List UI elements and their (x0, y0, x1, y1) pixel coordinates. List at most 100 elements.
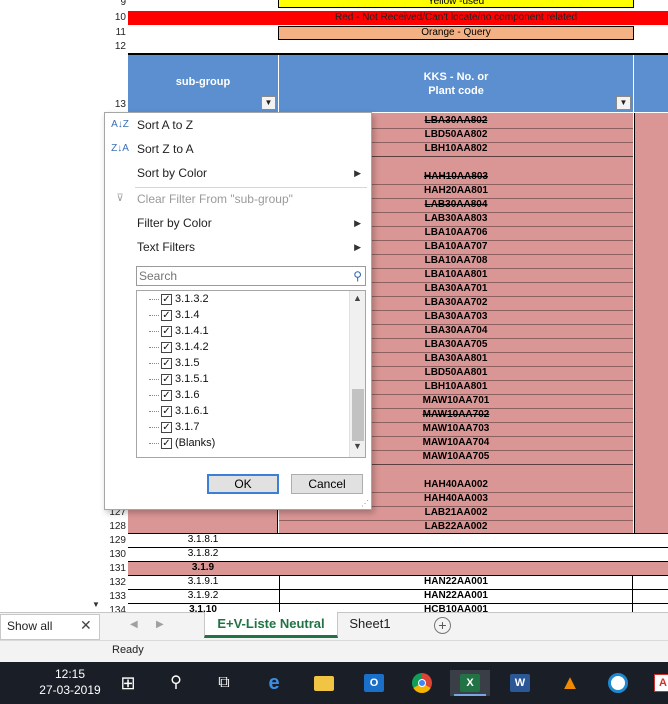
filter-list-item-label: 3.1.4 (175, 309, 200, 321)
row-number[interactable]: 11 (104, 27, 128, 38)
table-row[interactable]: 3.1.8.2 (128, 548, 668, 561)
legend-orange[interactable]: Orange - Query (278, 26, 634, 40)
row-number[interactable]: 133 (104, 591, 128, 602)
filter-list-item[interactable]: ✓ 3.1.7 (149, 419, 199, 435)
sort-a-to-z[interactable]: A↓Z Sort A to Z (105, 113, 371, 137)
table-row[interactable]: 3.1.9 (128, 562, 668, 575)
filter-list-item[interactable]: ✓ 3.1.4.1 (149, 323, 209, 339)
row-number[interactable]: 10 (104, 12, 128, 23)
filter-list-item[interactable]: ✓ 3.1.6 (149, 387, 199, 403)
close-icon[interactable]: ✕ (80, 617, 92, 634)
task-view-icon[interactable]: ⧉ (210, 670, 238, 696)
legend-yellow[interactable]: Yellow -used (278, 0, 634, 8)
app-icon[interactable] (604, 670, 632, 696)
resize-grip-icon[interactable]: ⋰ (361, 499, 369, 508)
filter-list-item[interactable]: ✓ 3.1.4 (149, 307, 199, 323)
row-number[interactable]: 13 (104, 99, 128, 110)
row-gutter (0, 0, 104, 612)
next-column-header[interactable] (634, 55, 668, 112)
sort-by-color[interactable]: Sort by Color ▶ (105, 161, 371, 185)
subgroup-header[interactable]: sub-group ▼ (128, 55, 278, 112)
row-number[interactable]: 130 (104, 549, 128, 560)
show-all-label[interactable]: Show all (7, 619, 52, 633)
text-filters[interactable]: Text Filters ▶ (105, 235, 371, 259)
subgroup-cell[interactable]: 3.1.9.2 (128, 589, 278, 603)
tab-next-icon[interactable]: ▶ (156, 619, 164, 630)
checkbox-checked-icon[interactable]: ✓ (161, 341, 172, 353)
search-icon[interactable]: ⚲ (162, 670, 190, 696)
filter-search-box[interactable]: ⚲ (136, 266, 366, 286)
filter-by-color[interactable]: Filter by Color ▶ (105, 211, 371, 235)
edge-icon[interactable]: e (260, 670, 288, 696)
filter-value-list[interactable]: ✓ 3.1.3.2 ✓ 3.1.4 ✓ 3.1.4.1 ✓ 3.1.4.2 ✓ 3.1.5 ✓ 3.1… (136, 290, 366, 458)
tab-ev-liste-neutral[interactable]: E+V-Liste Neutral (204, 612, 338, 638)
sort-z-to-a[interactable]: Z↓A Sort Z to A (105, 137, 371, 161)
checkbox-checked-icon[interactable]: ✓ (161, 309, 172, 321)
checkbox-checked-icon[interactable]: ✓ (161, 325, 172, 337)
excel-icon[interactable]: X (450, 670, 490, 696)
subgroup-cell[interactable]: 3.1.10 (128, 603, 278, 612)
checkbox-checked-icon[interactable]: ✓ (161, 357, 172, 369)
table-row[interactable]: 3.1.10 HCB10AA001 (128, 603, 668, 612)
subgroup-cell[interactable]: 3.1.9 (128, 561, 278, 575)
filter-list-item-label: 3.1.6.1 (175, 405, 209, 417)
table-row[interactable]: 3.1.8.1 (128, 534, 668, 547)
taskbar-clock[interactable]: 12:15 27-03-2019 (30, 666, 110, 698)
add-sheet-icon[interactable]: + (434, 617, 451, 634)
filter-list-item[interactable]: ✓ 3.1.5.1 (149, 371, 209, 387)
clear-filter-icon: ⊽ (116, 193, 124, 204)
cancel-button[interactable]: Cancel (291, 474, 363, 494)
subgroup-cell[interactable]: 3.1.8.1 (128, 533, 278, 547)
next-column[interactable] (634, 113, 668, 533)
kks-cell[interactable]: HAN22AA001 (279, 575, 633, 589)
kks-header[interactable]: KKS - No. or Plant code ▼ (279, 55, 633, 112)
windows-icon[interactable]: ⊞ (114, 670, 142, 696)
kks-filter-button[interactable]: ▼ (616, 96, 631, 110)
subgroup-filter-button[interactable]: ▼ (261, 96, 276, 110)
filter-search-input[interactable] (139, 268, 339, 284)
subgroup-cell[interactable]: 3.1.9.1 (128, 575, 278, 589)
row-number[interactable]: 9 (104, 0, 128, 8)
word-icon[interactable]: W (506, 670, 534, 696)
tab-prev-icon[interactable]: ◀ (130, 619, 138, 630)
filter-list-item[interactable]: ✓ 3.1.5 (149, 355, 199, 371)
row-number[interactable]: 132 (104, 577, 128, 588)
vlc-icon[interactable]: ▲ (556, 670, 584, 696)
filter-list-item[interactable]: ✓ (Blanks) (149, 435, 215, 451)
outlook-icon[interactable]: O (360, 670, 388, 696)
legend-red[interactable]: Red - Not Received/Can't locate/no compo… (128, 11, 668, 25)
row-number[interactable]: 134 (104, 605, 128, 612)
kks-cell[interactable]: HCB10AA001 (279, 603, 633, 612)
scroll-down-icon[interactable]: ▼ (350, 441, 365, 455)
row-number[interactable]: 128 (104, 521, 128, 532)
tab-sheet1[interactable]: Sheet1 (340, 612, 400, 638)
row-number[interactable]: 129 (104, 535, 128, 546)
subgroup-cell[interactable]: 3.1.8.2 (128, 547, 278, 561)
table-row[interactable]: 3.1.9.2 HAN22AA001 (128, 589, 668, 603)
acrobat-icon[interactable]: A (650, 670, 668, 696)
kks-cell[interactable]: HAN22AA001 (279, 589, 633, 603)
checkbox-checked-icon[interactable]: ✓ (161, 405, 172, 417)
checkbox-checked-icon[interactable]: ✓ (161, 293, 172, 305)
checkbox-checked-icon[interactable]: ✓ (161, 389, 172, 401)
scroll-up-icon[interactable]: ▲ (350, 293, 365, 307)
checkbox-checked-icon[interactable]: ✓ (161, 421, 172, 433)
ok-button[interactable]: OK (207, 474, 279, 494)
filter-list-item[interactable]: ✓ 3.1.6.1 (149, 403, 209, 419)
scrollbar-thumb[interactable] (352, 389, 364, 441)
checkbox-checked-icon[interactable]: ✓ (161, 437, 172, 449)
scroll-down-arrow[interactable]: ▼ (92, 600, 100, 609)
chrome-icon[interactable] (408, 670, 436, 696)
table-row[interactable]: 3.1.9.1 HAN22AA001 (128, 575, 668, 589)
clear-filter[interactable]: ⊽ Clear Filter From "sub-group" (105, 187, 371, 211)
file-explorer-icon[interactable] (310, 670, 338, 696)
filter-dropdown[interactable]: A↓Z Sort A to Z Z↓A Sort Z to A Sort by … (104, 112, 372, 510)
filter-list-item[interactable]: ✓ 3.1.3.2 (149, 291, 209, 307)
submenu-arrow-icon: ▶ (354, 242, 361, 252)
row-number[interactable]: 12 (104, 41, 128, 52)
list-scrollbar[interactable]: ▲ ▼ (349, 291, 365, 457)
checkbox-checked-icon[interactable]: ✓ (161, 373, 172, 385)
row-number[interactable]: 131 (104, 563, 128, 574)
filter-list-item[interactable]: ✓ 3.1.4.2 (149, 339, 209, 355)
show-all-bar[interactable]: Show all ✕ (0, 614, 100, 640)
